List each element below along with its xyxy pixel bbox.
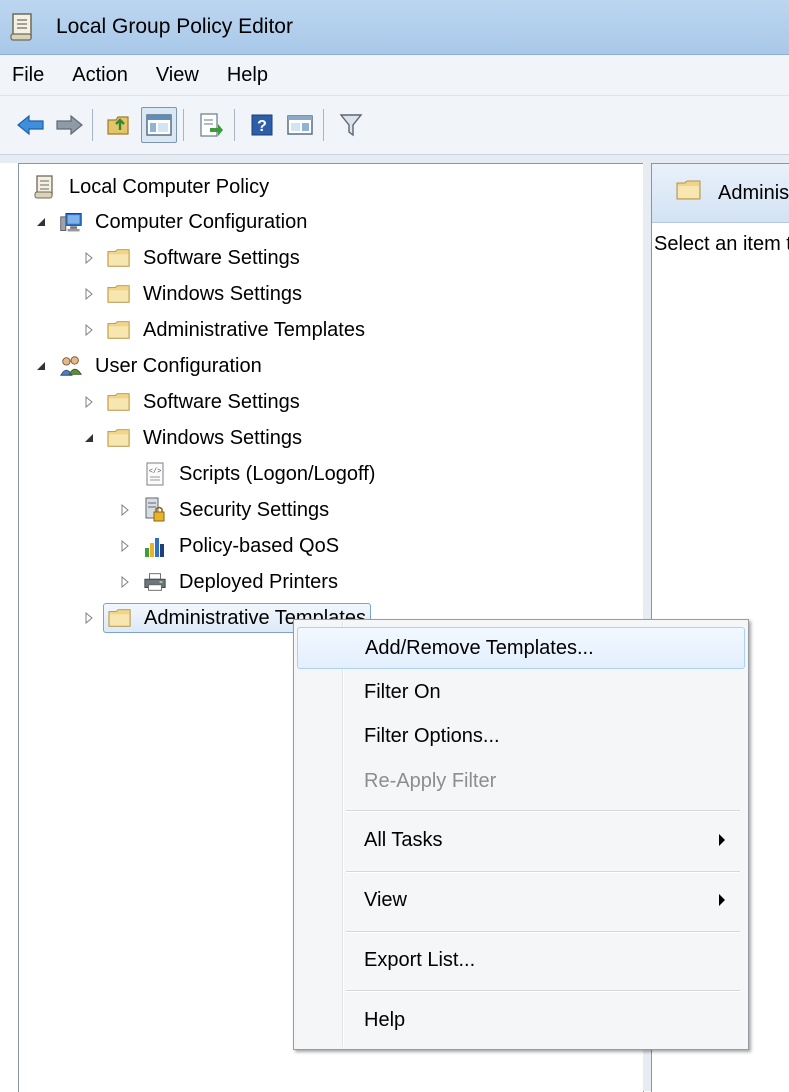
expand-arrow-icon[interactable] bbox=[117, 538, 133, 554]
context-menu: Add/Remove Templates... Filter On Filter… bbox=[293, 619, 749, 1050]
computer-icon bbox=[59, 210, 83, 234]
expand-arrow-icon[interactable] bbox=[117, 574, 133, 590]
tree-item-label: Administrative Templates bbox=[143, 318, 365, 341]
menu-separator bbox=[346, 931, 740, 933]
tree-item-user-configuration[interactable]: User Configuration bbox=[33, 349, 262, 383]
menu-item-export-list[interactable]: Export List... bbox=[297, 940, 743, 980]
expand-arrow-icon[interactable] bbox=[81, 286, 97, 302]
collapse-arrow-icon[interactable] bbox=[33, 214, 49, 230]
folder-icon bbox=[108, 606, 132, 630]
tree-item-scripts[interactable]: </> Scripts (Logon/Logoff) bbox=[143, 457, 375, 491]
toolbar-separator bbox=[183, 109, 184, 141]
tree-item-deployed-printers[interactable]: Deployed Printers bbox=[117, 565, 338, 599]
svg-text:</>: </> bbox=[149, 468, 162, 476]
tree-item-cc-software-settings[interactable]: Software Settings bbox=[81, 241, 300, 275]
tree-item-cc-administrative-templates[interactable]: Administrative Templates bbox=[81, 313, 365, 347]
folder-icon bbox=[107, 246, 131, 270]
menu-help[interactable]: Help bbox=[213, 64, 282, 87]
menu-view[interactable]: View bbox=[142, 64, 213, 87]
tree-item-label: Policy-based QoS bbox=[179, 534, 340, 557]
menu-separator bbox=[346, 871, 740, 873]
menu-bar: File Action View Help bbox=[0, 55, 789, 96]
menu-item-help[interactable]: Help bbox=[297, 1000, 743, 1040]
tree-item-security-settings[interactable]: Security Settings bbox=[117, 493, 329, 527]
toolbar-separator bbox=[323, 109, 324, 141]
window-title: Local Group Policy Editor bbox=[56, 15, 293, 38]
collapse-arrow-icon[interactable] bbox=[33, 358, 49, 374]
details-header-title: Administrative Templates bbox=[718, 181, 789, 204]
tree-item-label: Software Settings bbox=[143, 246, 300, 269]
show-hide-console-tree-icon[interactable] bbox=[141, 107, 177, 143]
submenu-arrow-icon bbox=[719, 834, 725, 846]
tree-item-computer-configuration[interactable]: Computer Configuration bbox=[33, 205, 307, 239]
tree-item-label: Scripts (Logon/Logoff) bbox=[179, 462, 376, 485]
forward-arrow-icon[interactable] bbox=[52, 108, 86, 142]
tree-item-label: Deployed Printers bbox=[179, 570, 338, 593]
expand-arrow-icon[interactable] bbox=[117, 502, 133, 518]
policy-editor-icon bbox=[10, 13, 32, 41]
svg-text:?: ? bbox=[257, 118, 267, 135]
menu-file[interactable]: File bbox=[0, 64, 58, 87]
tree-item-policy-based-qos[interactable]: Policy-based QoS bbox=[117, 529, 339, 563]
tree-item-label: Computer Configuration bbox=[95, 210, 308, 233]
export-list-icon[interactable] bbox=[194, 108, 228, 142]
filter-icon[interactable] bbox=[334, 108, 368, 142]
menu-item-label: All Tasks bbox=[364, 828, 443, 851]
expand-arrow-icon[interactable] bbox=[81, 322, 97, 338]
menu-item-all-tasks[interactable]: All Tasks bbox=[297, 820, 743, 860]
menu-item-label: Export List... bbox=[364, 948, 476, 971]
back-arrow-icon[interactable] bbox=[14, 108, 48, 142]
menu-item-filter-on[interactable]: Filter On bbox=[297, 672, 743, 712]
up-folder-icon[interactable] bbox=[103, 108, 137, 142]
tree-item-label: Windows Settings bbox=[143, 426, 302, 449]
folder-icon bbox=[107, 318, 131, 342]
details-description: Select an item to view its description. bbox=[654, 233, 789, 255]
tree-item-local-computer-policy[interactable]: Local Computer Policy bbox=[33, 170, 269, 204]
tree-item-uc-windows-settings[interactable]: Windows Settings bbox=[81, 421, 302, 455]
toolbar-separator bbox=[234, 109, 235, 141]
tree-item-label: Local Computer Policy bbox=[69, 175, 270, 198]
show-hide-action-pane-icon[interactable] bbox=[283, 108, 317, 142]
bar-chart-icon bbox=[143, 534, 167, 558]
menu-item-label: Filter Options... bbox=[364, 724, 500, 747]
tree-item-cc-windows-settings[interactable]: Windows Settings bbox=[81, 277, 302, 311]
menu-action[interactable]: Action bbox=[58, 64, 142, 87]
tree-item-label: Security Settings bbox=[179, 498, 330, 521]
expand-arrow-icon[interactable] bbox=[81, 250, 97, 266]
collapse-arrow-icon[interactable] bbox=[81, 430, 97, 446]
security-lock-icon bbox=[143, 497, 167, 522]
tree-item-label: User Configuration bbox=[95, 354, 262, 377]
tree-item-label: Software Settings bbox=[143, 390, 300, 413]
users-icon bbox=[59, 354, 83, 378]
menu-item-filter-options[interactable]: Filter Options... bbox=[297, 716, 743, 756]
folder-icon bbox=[107, 390, 131, 414]
folder-icon bbox=[676, 179, 702, 207]
help-icon[interactable]: ? bbox=[245, 108, 279, 142]
submenu-arrow-icon bbox=[719, 894, 725, 906]
details-header: Administrative Templates bbox=[652, 164, 789, 223]
expand-arrow-icon[interactable] bbox=[81, 610, 97, 626]
tree-item-uc-software-settings[interactable]: Software Settings bbox=[81, 385, 300, 419]
menu-item-add-remove-templates[interactable]: Add/Remove Templates... bbox=[297, 627, 745, 669]
menu-item-label: Filter On bbox=[364, 680, 441, 703]
printer-icon bbox=[143, 570, 167, 594]
menu-item-view[interactable]: View bbox=[297, 880, 743, 920]
policy-document-icon bbox=[33, 175, 57, 199]
title-bar: Local Group Policy Editor bbox=[0, 0, 789, 55]
folder-icon bbox=[107, 426, 131, 450]
pane-gap bbox=[0, 155, 789, 163]
menu-item-label: Re-Apply Filter bbox=[364, 769, 497, 792]
menu-separator bbox=[346, 810, 740, 812]
menu-item-label: View bbox=[364, 888, 407, 911]
toolbar: ? bbox=[0, 96, 789, 155]
menu-item-label: Help bbox=[364, 1008, 406, 1031]
menu-separator bbox=[346, 990, 740, 992]
tree-item-label: Windows Settings bbox=[143, 282, 302, 305]
folder-icon bbox=[107, 282, 131, 306]
toolbar-separator bbox=[92, 109, 93, 141]
menu-item-label: Add/Remove Templates... bbox=[365, 636, 594, 659]
menu-item-reapply-filter: Re-Apply Filter bbox=[297, 761, 743, 801]
script-document-icon: </> bbox=[143, 462, 167, 486]
expand-arrow-icon[interactable] bbox=[81, 394, 97, 410]
